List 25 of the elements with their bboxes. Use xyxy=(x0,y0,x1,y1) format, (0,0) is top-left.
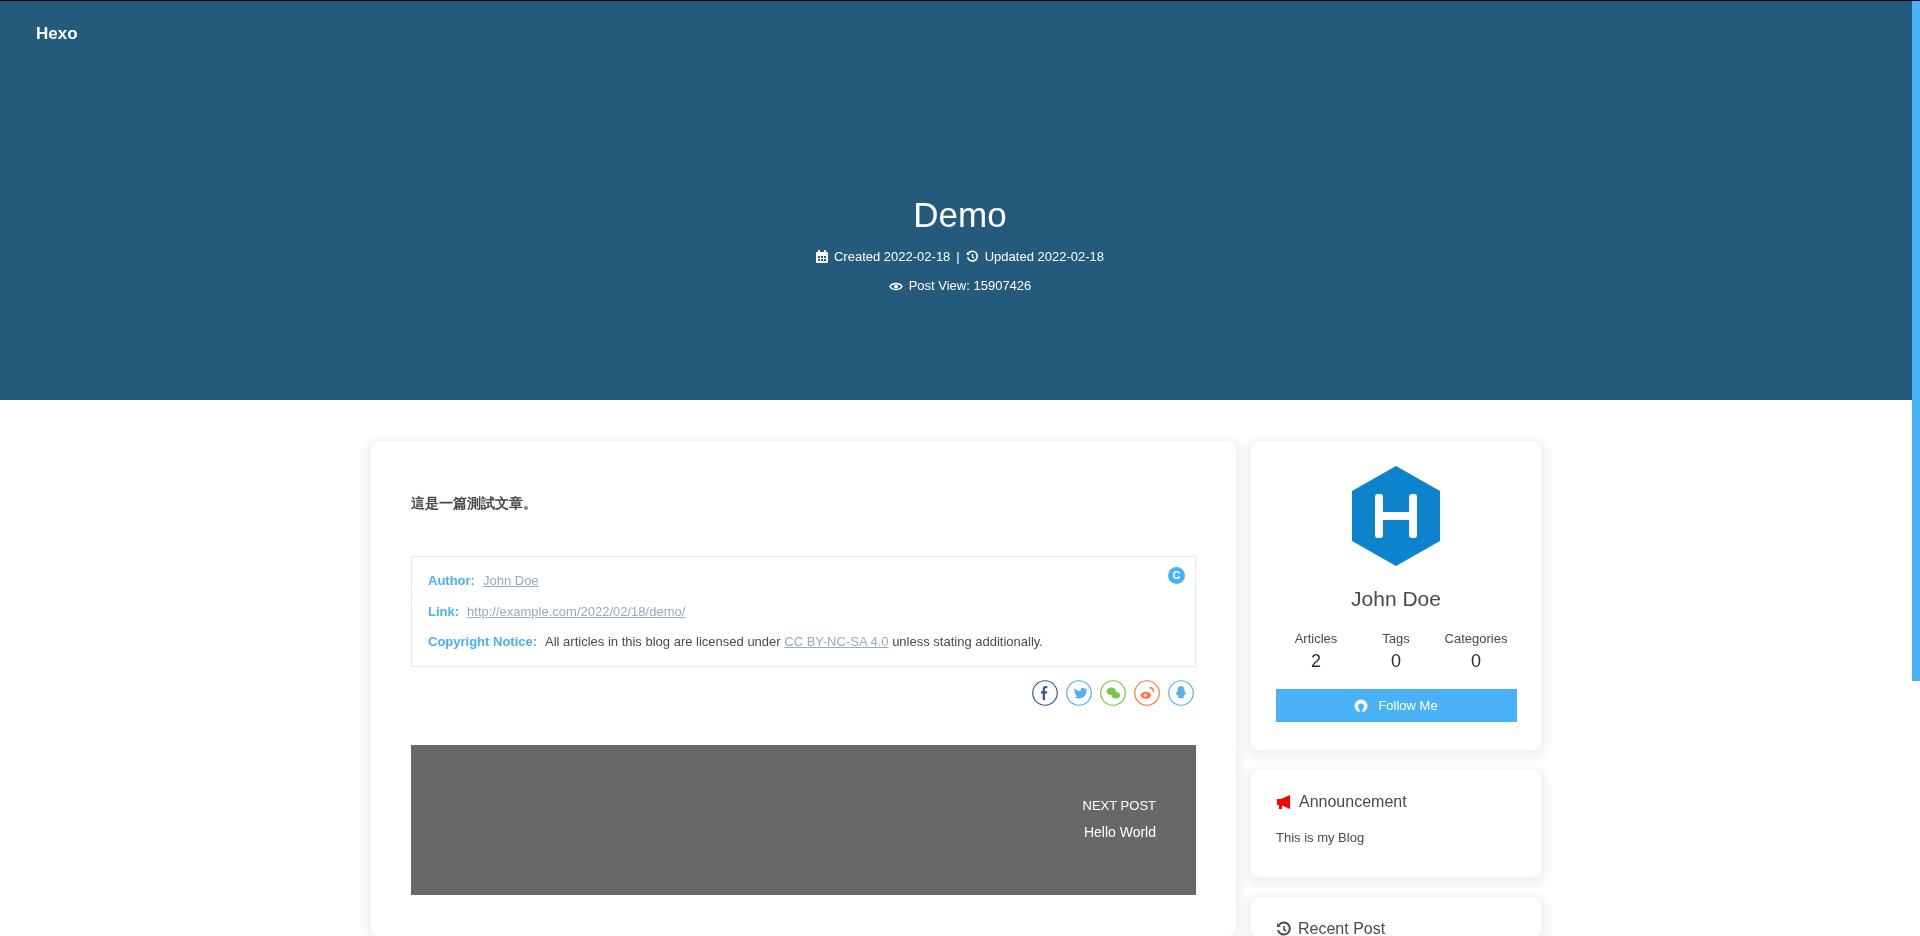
stat-label[interactable]: Tags xyxy=(1382,628,1410,648)
next-post-title[interactable]: Hello World xyxy=(1083,821,1156,843)
next-post-banner[interactable]: NEXT POST Hello World xyxy=(411,744,1196,895)
next-post-label: NEXT POST xyxy=(1082,797,1156,816)
stat-count[interactable]: 0 xyxy=(1471,648,1481,675)
stat-label[interactable]: Articles xyxy=(1294,628,1338,648)
post-created-date: Created 2022-02-18 xyxy=(834,247,951,266)
stat-count[interactable]: 2 xyxy=(1311,648,1321,675)
copyright-label: Link: xyxy=(428,602,460,621)
copyright-label: Author: xyxy=(428,572,475,590)
meta-separator: | xyxy=(956,247,960,266)
copyright-label: Copyright Notice: xyxy=(428,633,538,651)
copyright-notice: All articles in this blog are licensed under CC BY-NC-SA 4.0 unless stating additionally. xyxy=(545,633,1043,651)
copyright-badge: C xyxy=(1168,567,1185,584)
announcement-title: Announcement xyxy=(1299,792,1407,812)
blog-title[interactable]: Hexo xyxy=(36,21,78,47)
post-text: 這是一篇測試文章。 xyxy=(411,494,538,513)
author-name: John Doe xyxy=(1351,586,1441,612)
stat-count[interactable]: 0 xyxy=(1391,648,1401,675)
post-views: Post View: 15907426 xyxy=(908,277,1032,296)
announcement-text: This is my Blog xyxy=(1276,829,1366,847)
recent-post-title: Recent Post xyxy=(1298,919,1386,936)
post-title: Demo xyxy=(913,194,1007,236)
stat-label[interactable]: Categories xyxy=(1444,628,1508,648)
post-updated-date: Updated 2022-02-18 xyxy=(984,247,1104,266)
